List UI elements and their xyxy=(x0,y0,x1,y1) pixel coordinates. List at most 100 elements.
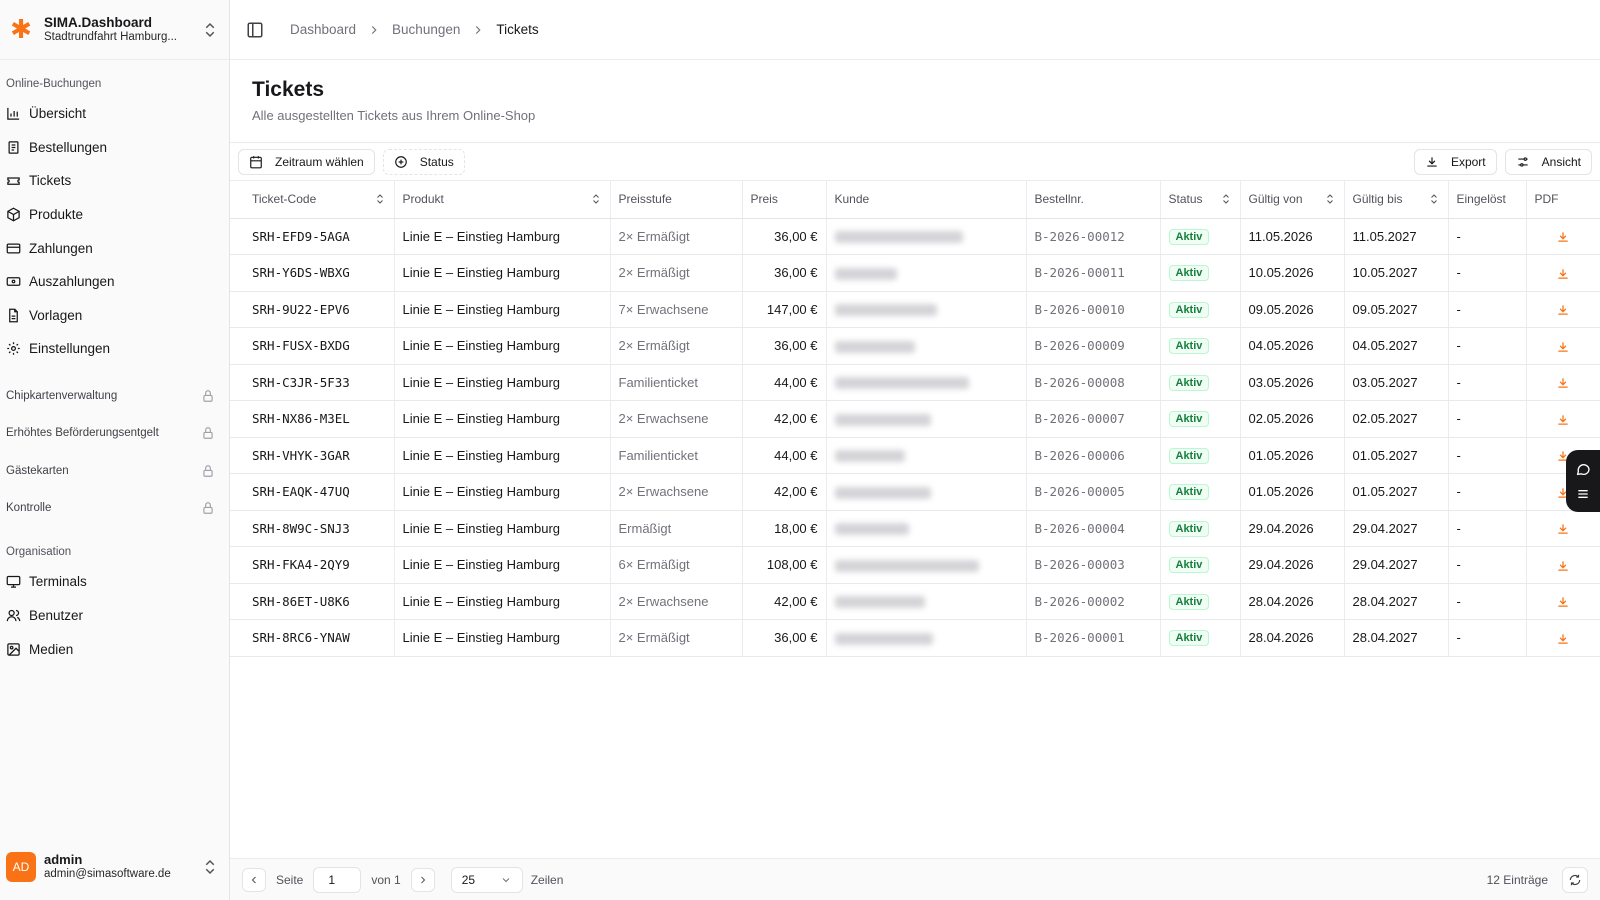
sidebar-toggle-icon[interactable] xyxy=(246,21,264,39)
sidebar-item-benutzer[interactable]: Benutzer xyxy=(0,599,229,633)
order-number-cell[interactable]: B-2026-00005 xyxy=(1026,473,1161,511)
table-row[interactable]: SRH-FUSX-BXDG Linie E – Einstieg Hamburg 2… xyxy=(230,327,1600,365)
sidebar-item-auszahlungen[interactable]: Auszahlungen xyxy=(0,265,229,299)
download-icon xyxy=(1558,560,1568,571)
page-number-input[interactable] xyxy=(313,866,362,893)
price-tier-cell: 2× Ermäßigt xyxy=(610,218,743,255)
pdf-download-button[interactable] xyxy=(1526,583,1600,620)
pdf-download-button[interactable] xyxy=(1526,218,1600,255)
pdf-download-button[interactable] xyxy=(1526,510,1600,547)
export-button[interactable]: Export xyxy=(1413,148,1497,175)
sidebar-item-kontrolle[interactable]: Kontrolle xyxy=(0,490,229,528)
download-icon xyxy=(1558,633,1568,644)
price-cell: 42,00 € xyxy=(742,583,827,620)
prev-page-button[interactable] xyxy=(242,867,266,892)
order-number-cell[interactable]: B-2026-00003 xyxy=(1026,546,1161,584)
sidebar-item-gaestekarten[interactable]: Gästekarten xyxy=(0,452,229,490)
col-header-gueltig-von[interactable]: Gültig von xyxy=(1240,181,1345,219)
status-cell: Aktiv xyxy=(1160,546,1241,584)
chat-icon[interactable] xyxy=(1575,461,1591,477)
download-icon xyxy=(1558,378,1568,388)
customer-cell xyxy=(826,437,1027,474)
status-badge: Aktiv xyxy=(1168,301,1210,318)
order-number-cell[interactable]: B-2026-00009 xyxy=(1026,327,1161,365)
table-row[interactable]: SRH-8W9C-SNJ3 Linie E – Einstieg Hamburg E… xyxy=(230,510,1600,547)
breadcrumb-buchungen[interactable]: Buchungen xyxy=(392,22,460,37)
support-widget[interactable] xyxy=(1566,450,1600,512)
sidebar-item-befoerderungsentgelt[interactable]: Erhöhtes Beförderungsentgelt xyxy=(0,414,229,452)
order-number-cell[interactable]: B-2026-00008 xyxy=(1026,364,1161,401)
sidebar-item-produkte[interactable]: Produkte xyxy=(0,198,229,232)
download-icon xyxy=(1558,597,1568,607)
col-header-produkt[interactable]: Produkt xyxy=(394,181,611,219)
pdf-download-button[interactable] xyxy=(1526,619,1600,657)
order-number-cell[interactable]: B-2026-00011 xyxy=(1026,254,1161,292)
sidebar-item-tickets[interactable]: Tickets xyxy=(0,164,229,198)
user-email: admin@simasoftware.de xyxy=(44,867,171,880)
table-row[interactable]: SRH-C3JR-5F33 Linie E – Einstieg Hamburg F… xyxy=(230,364,1600,401)
col-header-ticket-code[interactable]: Ticket-Code xyxy=(230,181,395,219)
status-badge: Aktiv xyxy=(1168,557,1210,574)
pdf-download-button[interactable] xyxy=(1526,254,1600,292)
view-options-button[interactable]: Ansicht xyxy=(1504,148,1592,175)
refresh-button[interactable] xyxy=(1562,866,1588,893)
breadcrumb: Dashboard Buchungen Tickets xyxy=(290,22,539,37)
chevrons-up-down-icon xyxy=(205,859,215,875)
download-icon xyxy=(1558,305,1568,315)
ticket-code-cell: SRH-Y6DS-WBXG xyxy=(230,254,395,292)
order-number-cell[interactable]: B-2026-00004 xyxy=(1026,510,1161,547)
date-range-button[interactable]: Zeitraum wählen xyxy=(238,148,375,175)
valid-from-cell: 28.04.2026 xyxy=(1240,619,1345,657)
product-cell: Linie E – Einstieg Hamburg xyxy=(394,254,611,292)
status-badge: Aktiv xyxy=(1168,374,1210,391)
customer-cell xyxy=(826,619,1027,657)
breadcrumb-dashboard[interactable]: Dashboard xyxy=(290,22,356,37)
next-page-button[interactable] xyxy=(410,867,435,892)
order-number-cell[interactable]: B-2026-00002 xyxy=(1026,583,1161,620)
sidebar-item-zahlungen[interactable]: Zahlungen xyxy=(0,231,229,265)
sidebar-item-uebersicht[interactable]: Übersicht xyxy=(0,97,229,131)
order-number-cell[interactable]: B-2026-00001 xyxy=(1026,619,1161,657)
table-row[interactable]: SRH-8RC6-YNAW Linie E – Einstieg Hamburg 2… xyxy=(230,619,1600,657)
pdf-download-button[interactable] xyxy=(1526,327,1600,365)
order-number-cell[interactable]: B-2026-00010 xyxy=(1026,291,1161,328)
table-row[interactable]: SRH-VHYK-3GAR Linie E – Einstieg Hamburg F… xyxy=(230,437,1600,474)
menu-icon[interactable] xyxy=(1575,486,1591,502)
table-row[interactable]: SRH-EAQK-47UQ Linie E – Einstieg Hamburg 2… xyxy=(230,473,1600,511)
chevron-right-icon xyxy=(476,25,481,34)
pdf-download-button[interactable] xyxy=(1526,291,1600,328)
customer-cell xyxy=(826,510,1027,547)
table-row[interactable]: SRH-FKA4-2QY9 Linie E – Einstieg Hamburg 6… xyxy=(230,546,1600,584)
page-label: Seite xyxy=(276,872,304,887)
order-number-cell[interactable]: B-2026-00012 xyxy=(1026,218,1161,255)
valid-to-cell: 28.04.2027 xyxy=(1344,583,1449,620)
total-entries: 12 Einträge xyxy=(1486,872,1548,887)
pdf-download-button[interactable] xyxy=(1526,400,1600,438)
pdf-download-button[interactable] xyxy=(1526,546,1600,584)
price-tier-cell: 2× Erwachsene xyxy=(610,400,743,438)
sidebar-item-vorlagen[interactable]: Vorlagen xyxy=(0,299,229,333)
user-menu[interactable]: AD admin admin@simasoftware.de xyxy=(0,834,229,900)
ticket-code-cell: SRH-FUSX-BXDG xyxy=(230,327,395,365)
table-row[interactable]: SRH-NX86-M3EL Linie E – Einstieg Hamburg 2… xyxy=(230,400,1600,438)
order-number-cell[interactable]: B-2026-00006 xyxy=(1026,437,1161,474)
status-filter-button[interactable]: Status xyxy=(382,148,465,175)
status-badge: Aktiv xyxy=(1168,411,1210,428)
sidebar-item-bestellungen[interactable]: Bestellungen xyxy=(0,131,229,165)
table-row[interactable]: SRH-9U22-EPV6 Linie E – Einstieg Hamburg 7… xyxy=(230,291,1600,328)
sidebar-item-einstellungen[interactable]: Einstellungen xyxy=(0,332,229,366)
col-header-status[interactable]: Status xyxy=(1160,181,1241,219)
table-row[interactable]: SRH-EFD9-5AGA Linie E – Einstieg Hamburg 2… xyxy=(230,218,1600,255)
table-row[interactable]: SRH-Y6DS-WBXG Linie E – Einstieg Hamburg 2… xyxy=(230,254,1600,292)
avatar: AD xyxy=(6,852,36,882)
sidebar-item-medien[interactable]: Medien xyxy=(0,632,229,666)
order-number-cell[interactable]: B-2026-00007 xyxy=(1026,400,1161,438)
rows-per-page-select[interactable]: 25 xyxy=(450,866,523,893)
workspace-switcher[interactable]: ✱ SIMA.Dashboard Stadtrundfahrt Hamburg.… xyxy=(0,0,229,60)
sidebar-item-terminals[interactable]: Terminals xyxy=(0,565,229,599)
col-header-gueltig-bis[interactable]: Gültig bis xyxy=(1344,181,1449,219)
table-row[interactable]: SRH-86ET-U8K6 Linie E – Einstieg Hamburg 2… xyxy=(230,583,1600,620)
tickets-table: Ticket-Code Produkt Preisstufe Preis Kun… xyxy=(230,181,1600,657)
sidebar-item-chipkartenverwaltung[interactable]: Chipkartenverwaltung xyxy=(0,377,229,415)
pdf-download-button[interactable] xyxy=(1526,364,1600,401)
